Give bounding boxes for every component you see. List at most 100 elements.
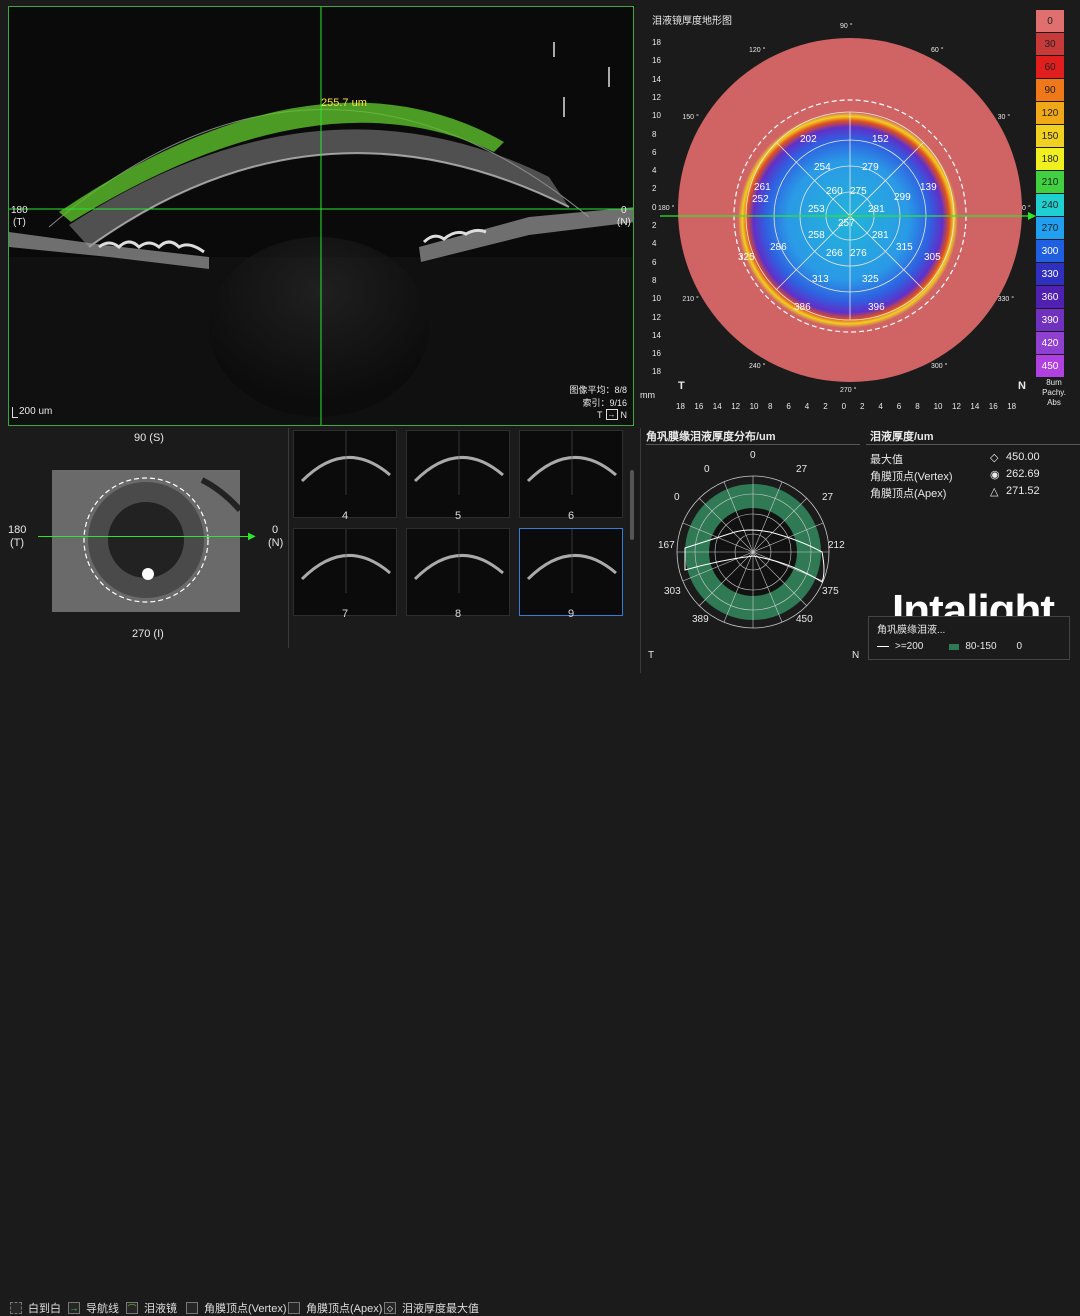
scan-thumbnail[interactable] <box>406 430 510 518</box>
limbal-legend-box: 角巩膜缘泪液... >=200 80-150 0 <box>868 616 1070 660</box>
angle-label: 120 ° <box>749 47 766 55</box>
sector-value: 315 <box>896 242 913 253</box>
sector-value: 276 <box>850 248 867 259</box>
angle-label: 60 ° <box>931 47 944 55</box>
scale-bar-icon <box>12 407 18 418</box>
sector-value: 202 <box>800 134 817 145</box>
stat-apex-value: 271.52 <box>1006 485 1040 497</box>
scale-step: 0 <box>1036 10 1064 32</box>
toggle-label: 角膜顶点(Apex) <box>306 1303 383 1315</box>
scan-thumbnail[interactable] <box>519 430 623 518</box>
polar-label: 212 <box>828 540 845 551</box>
angle-label: 150 ° <box>682 114 699 121</box>
toggle-apex[interactable]: 角膜顶点(Apex) <box>288 1300 382 1316</box>
sector-value: 258 <box>808 230 825 241</box>
angle-label: 210 ° <box>682 296 699 303</box>
iris-top-label: 90 (S) <box>134 432 164 444</box>
iris-left-degree: 180 <box>8 524 27 536</box>
sector-value: 266 <box>826 248 843 259</box>
polar-label: 27 <box>796 464 808 475</box>
iris-right-degree: 0 <box>272 524 279 536</box>
angle-label: 30 ° <box>997 114 1011 121</box>
navigation-line-icon[interactable]: → <box>68 1302 80 1314</box>
overlay-toolbar[interactable]: 白到白 → 导航线 ⌒ 泪液镜 角膜顶点(Vertex) 角膜顶点(Apex) … <box>0 648 640 1315</box>
stat-max-value: 450.00 <box>1006 451 1040 463</box>
apex-checkbox[interactable] <box>288 1302 300 1314</box>
sector-value: 279 <box>862 162 879 173</box>
sector-value: 396 <box>868 302 885 313</box>
scale-step: 450 <box>1036 355 1064 377</box>
sector-value: 275 <box>850 186 867 197</box>
polar-label: 0 <box>750 450 756 461</box>
scale-caption-3: Abs <box>1047 398 1061 407</box>
thumbnail-scrollbar[interactable] <box>630 470 634 540</box>
sector-value: 325 <box>862 274 879 285</box>
iris-camera-panel[interactable]: 90 (S) 270 (I) 180 (T) 0 (N) ▶ <box>8 430 284 648</box>
image-index-label: 索引：9/16 <box>582 398 627 408</box>
toggle-white-to-white[interactable]: 白到白 <box>10 1300 61 1316</box>
scale-step: 120 <box>1036 102 1064 124</box>
angle-label: 330 ° <box>997 296 1015 303</box>
scale-step: 330 <box>1036 263 1064 285</box>
sector-value: 152 <box>872 134 889 145</box>
arrow-right-icon: → <box>605 409 618 420</box>
polar-title: 角巩膜缘泪液厚度分布/um <box>646 431 776 443</box>
target-icon: ◉ <box>990 469 1000 481</box>
toggle-tear-lens[interactable]: ⌒ 泪液镜 <box>126 1300 177 1316</box>
tear-lens-icon[interactable]: ⌒ <box>126 1302 138 1314</box>
thumbnail-label: 6 <box>567 510 575 522</box>
scan-thumbnail[interactable] <box>519 528 623 616</box>
toggle-label: 白到白 <box>28 1303 61 1315</box>
thumbnail-label: 5 <box>454 510 462 522</box>
toggle-label: 角膜顶点(Vertex) <box>204 1303 287 1315</box>
toggle-navigation-line[interactable]: → 导航线 <box>68 1300 119 1316</box>
angle-label: 240 ° <box>749 362 766 370</box>
tear-thickness-stats: 泪液厚度/um 最大值 ◇ 450.00 角膜顶点(Vertex) ◉ 262.… <box>866 428 1080 518</box>
angle-label: 300 ° <box>931 362 948 370</box>
thumbnail-label: 9 <box>567 608 575 620</box>
sector-value: 281 <box>868 204 885 215</box>
polar-label: 375 <box>822 586 839 597</box>
stat-vertex-value: 262.69 <box>1006 468 1040 480</box>
scan-thumbnail[interactable] <box>293 528 397 616</box>
sector-value: 252 <box>752 194 769 205</box>
oct-bscan-image <box>9 7 633 425</box>
toggle-label: 泪液厚度最大值 <box>402 1303 479 1315</box>
polar-label: 450 <box>796 614 813 625</box>
scan-direction-to: N <box>620 409 628 420</box>
sector-value: 313 <box>812 274 829 285</box>
polar-label: 0 <box>704 464 710 475</box>
stat-max-label: 最大值 <box>870 454 903 466</box>
toggle-vertex[interactable]: 角膜顶点(Vertex) <box>186 1300 287 1316</box>
vertex-checkbox[interactable] <box>186 1302 198 1314</box>
angle-label: 270 ° <box>840 387 857 394</box>
sector-value: 325 <box>738 252 755 263</box>
scan-thumbnail[interactable] <box>406 528 510 616</box>
scale-caption-1: 8um <box>1046 378 1062 387</box>
scale-step: 420 <box>1036 332 1064 354</box>
sector-value: 139 <box>920 182 937 193</box>
toggle-label: 泪液镜 <box>144 1303 177 1315</box>
scale-step: 300 <box>1036 240 1064 262</box>
scale-step: 150 <box>1036 125 1064 147</box>
scan-thumbnail[interactable] <box>293 430 397 518</box>
tear-thickness-topography-panel[interactable]: 泪液镜厚度地形图 18 16 14 12 10 8 6 4 2 0 2 4 6 8 10 12 14 16 18 1… <box>640 6 1080 426</box>
sector-value: 257 <box>838 218 855 229</box>
angle-label: 0 ° <box>1022 205 1031 212</box>
sector-value: 286 <box>770 242 787 253</box>
green-swatch-icon <box>949 643 960 650</box>
scale-step: 90 <box>1036 79 1064 101</box>
scale-step: 60 <box>1036 56 1064 78</box>
toggle-max-thickness[interactable]: ◇ 泪液厚度最大值 <box>384 1300 479 1316</box>
iris-right-direction: (N) <box>268 537 284 549</box>
max-thickness-icon[interactable]: ◇ <box>384 1302 396 1314</box>
scale-step: 210 <box>1036 171 1064 193</box>
topography-map <box>660 38 1036 382</box>
sector-value: 386 <box>794 302 811 313</box>
white-to-white-icon[interactable] <box>10 1302 22 1314</box>
stat-apex-label: 角膜顶点(Apex) <box>870 488 947 500</box>
oct-bscan-panel[interactable]: 255.7 um 180 (T) 0 (N) 200 um 图像平均：8/8 索… <box>8 6 634 426</box>
polar-temporal: T <box>648 650 655 661</box>
navigation-arrow-icon: ▶ <box>248 531 256 542</box>
thickness-measurement: 255.7 um <box>321 97 367 109</box>
